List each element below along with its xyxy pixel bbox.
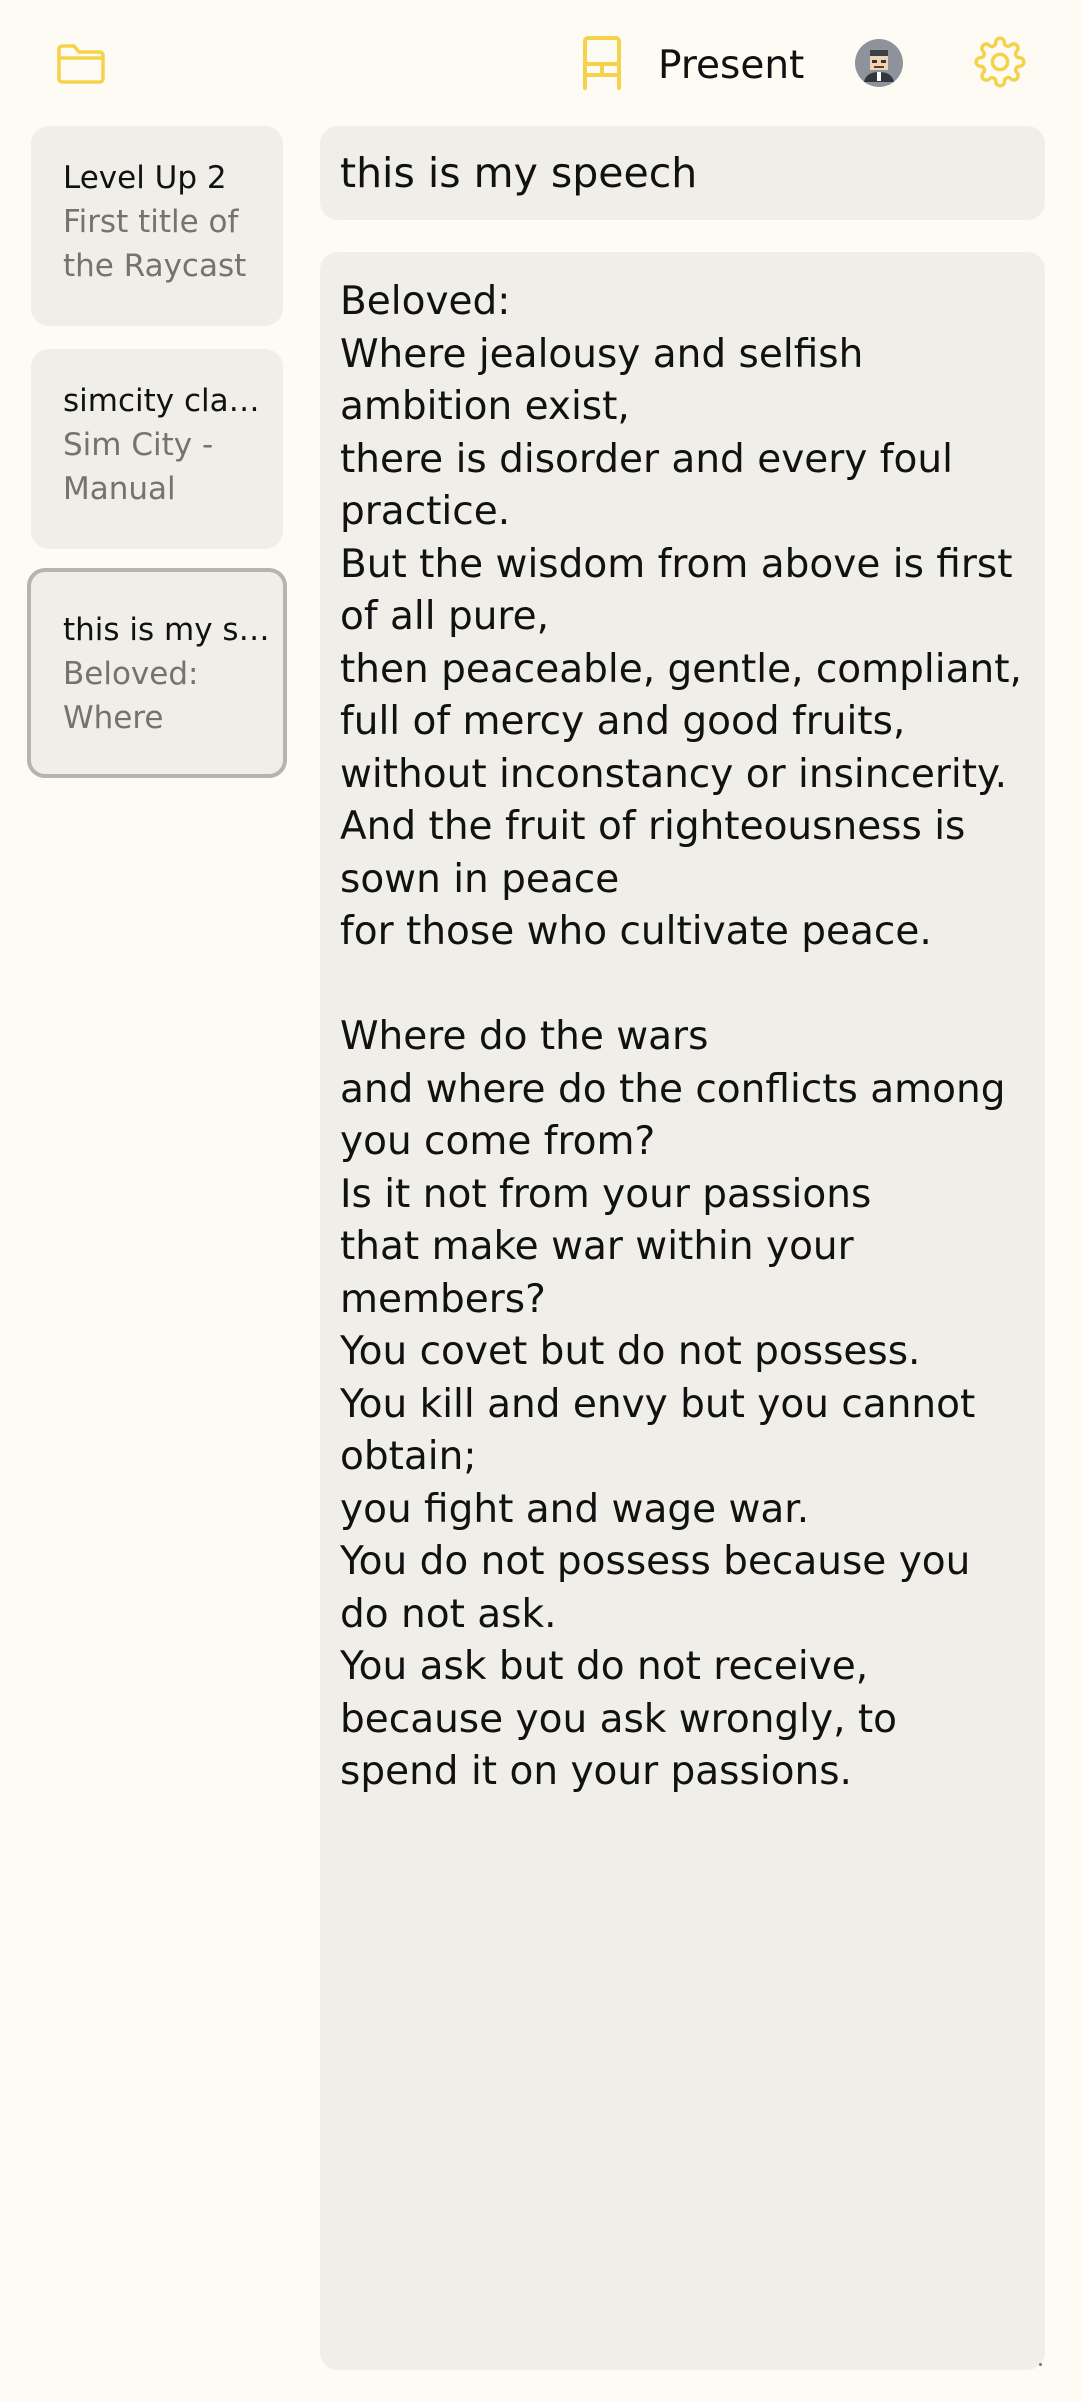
document-title-input[interactable]: this is my speech	[320, 126, 1045, 220]
user-avatar[interactable]	[854, 38, 904, 88]
easel-icon	[578, 35, 626, 95]
resize-handle[interactable]	[1039, 2363, 1042, 2366]
document-card-speech-selected[interactable]: this is my speech Beloved: Where	[27, 568, 287, 778]
document-card-simcity[interactable]: simcity classic manual Sim City - Manual	[31, 349, 283, 549]
document-card-level-up-2[interactable]: Level Up 2 First title of the Raycast	[31, 126, 283, 326]
document-card-title: Level Up 2	[63, 160, 227, 196]
folder-icon[interactable]	[50, 34, 112, 94]
present-button[interactable]: Present	[578, 30, 804, 100]
document-body-textarea[interactable]: Beloved: Where jealousy and selfish ambi…	[320, 252, 1045, 2370]
document-card-title: simcity classic manual	[63, 383, 275, 419]
document-card-preview: Sim City - Manual	[63, 427, 214, 507]
present-label: Present	[658, 42, 805, 88]
top-toolbar: Present	[0, 0, 1082, 126]
document-card-title: this is my speech	[63, 612, 275, 648]
document-card-preview: First title of the Raycast	[63, 204, 247, 284]
gear-icon[interactable]	[972, 34, 1028, 90]
document-card-preview: Beloved: Where	[63, 656, 199, 736]
